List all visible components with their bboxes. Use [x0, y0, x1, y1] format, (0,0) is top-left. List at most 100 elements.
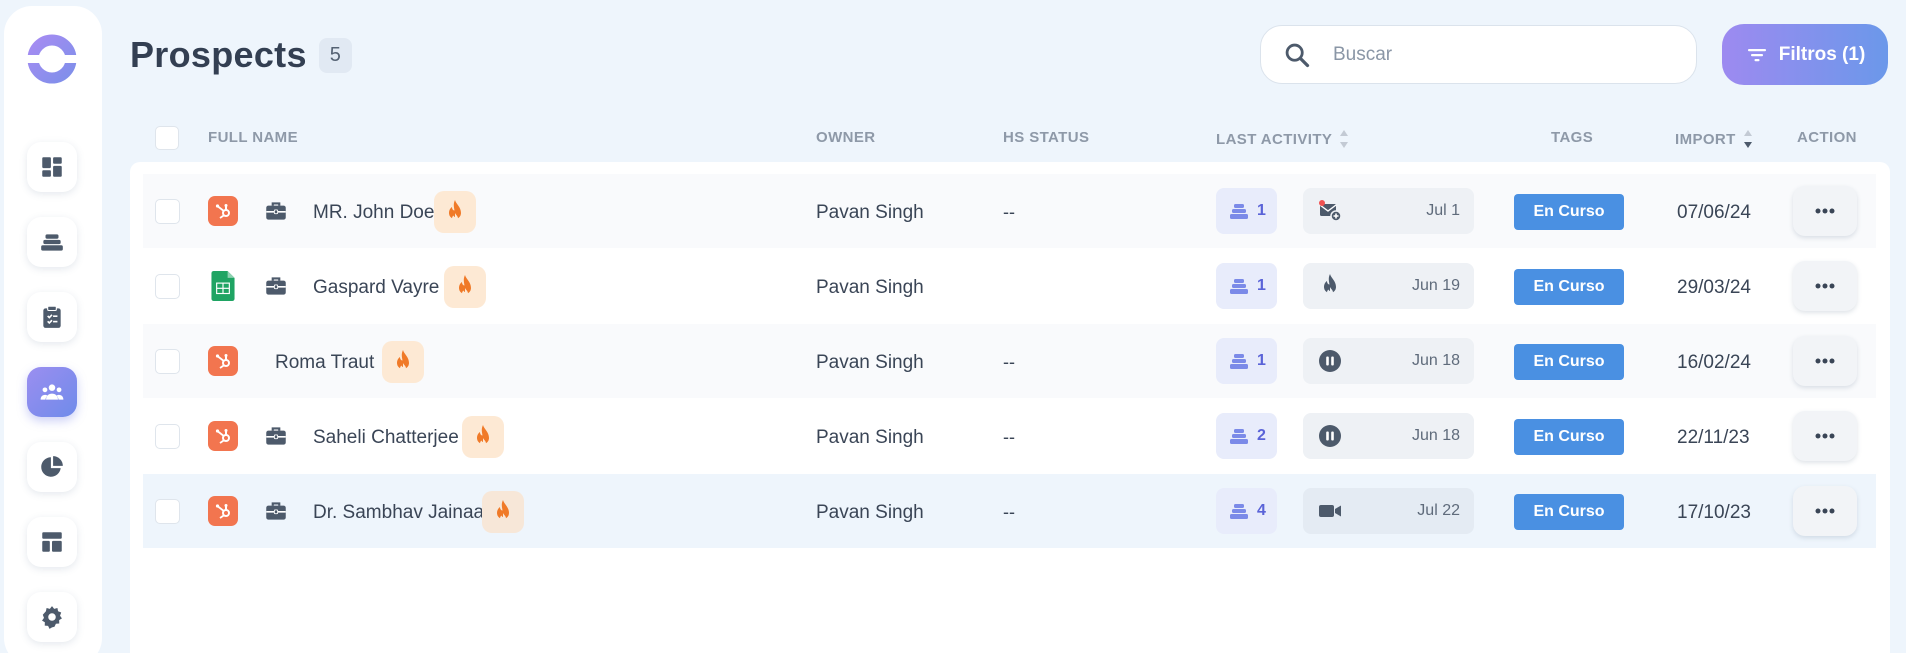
sidebar-item-reports[interactable]	[27, 442, 77, 492]
prospect-name[interactable]: Saheli Chatterjee	[313, 427, 459, 449]
tag-badge[interactable]: En Curso	[1514, 269, 1624, 305]
row-checkbox[interactable]	[155, 499, 180, 524]
sidebar-item-settings[interactable]	[27, 592, 77, 642]
count-badge: 5	[318, 37, 352, 73]
col-import[interactable]: IMPORT	[1675, 127, 1754, 151]
more-actions-button[interactable]	[1793, 186, 1857, 236]
hubspot-icon	[215, 429, 230, 444]
briefcase-icon	[266, 202, 286, 220]
last-activity-chip[interactable]: Jun 18	[1303, 413, 1474, 459]
last-activity-chip[interactable]: Jun 19	[1303, 263, 1474, 309]
fire-icon	[459, 275, 471, 297]
row-checkbox[interactable]	[155, 349, 180, 374]
hubspot-icon	[215, 204, 230, 219]
sort-desc-icon[interactable]	[1742, 127, 1754, 151]
hubspot-icon	[215, 504, 230, 519]
more-actions-button[interactable]	[1793, 261, 1857, 311]
sidebar-item-tasks[interactable]	[27, 292, 77, 342]
sidebar-item-prospects[interactable]	[27, 367, 77, 417]
briefcase-icon	[266, 427, 286, 445]
filters-button[interactable]: Filtros (1)	[1722, 24, 1888, 85]
search-input[interactable]	[1333, 43, 1663, 66]
sequence-count-badge[interactable]: 4	[1216, 488, 1277, 534]
col-last-activity[interactable]: LAST ACTIVITY	[1216, 127, 1350, 151]
page-title: Prospects	[130, 34, 307, 75]
filter-icon	[1747, 48, 1766, 61]
prospect-name[interactable]: Dr. Sambhav Jainaa	[313, 502, 484, 524]
more-dots-icon	[1815, 358, 1835, 364]
owner-name: Pavan Singh	[816, 202, 924, 223]
table-row[interactable]: Saheli Chatterjee Pavan Singh -- 2 Jun 1…	[143, 399, 1876, 473]
last-activity-chip[interactable]: Jul 22	[1303, 488, 1474, 534]
people-icon	[40, 384, 64, 400]
sidebar	[4, 6, 102, 653]
sheets-source-badge	[208, 271, 238, 301]
tag-badge[interactable]: En Curso	[1514, 194, 1624, 230]
hot-lead-badge	[482, 491, 524, 533]
gear-icon	[42, 606, 62, 629]
row-checkbox[interactable]	[155, 274, 180, 299]
sequences-icon	[1230, 204, 1249, 219]
sidebar-item-sequences[interactable]	[27, 217, 77, 267]
sidebar-item-templates[interactable]	[27, 517, 77, 567]
pause-icon	[1319, 350, 1341, 372]
pause-icon	[1319, 425, 1341, 447]
last-activity-chip[interactable]: Jul 1	[1303, 188, 1474, 234]
table-row[interactable]: Roma Traut Pavan Singh -- 1 Jun 18 En Cu…	[143, 324, 1876, 398]
hubspot-source-badge	[208, 496, 238, 526]
row-checkbox[interactable]	[155, 199, 180, 224]
more-actions-button[interactable]	[1793, 486, 1857, 536]
hot-lead-badge	[382, 341, 424, 383]
sequence-count-badge[interactable]: 1	[1216, 263, 1277, 309]
col-tags[interactable]: TAGS	[1551, 129, 1593, 146]
import-date: 17/10/23	[1677, 502, 1751, 523]
sequence-count-badge[interactable]: 2	[1216, 413, 1277, 459]
select-all-checkbox[interactable]	[155, 126, 179, 150]
sidebar-item-dashboard[interactable]	[27, 142, 77, 192]
more-actions-button[interactable]	[1793, 336, 1857, 386]
prospect-name[interactable]: Gaspard Vayre	[313, 277, 439, 299]
table-row[interactable]: Dr. Sambhav Jainaa Pavan Singh -- 4 Jul …	[143, 474, 1876, 548]
owner-name: Pavan Singh	[816, 502, 924, 523]
import-date: 22/11/23	[1677, 427, 1750, 448]
more-actions-button[interactable]	[1793, 411, 1857, 461]
owner-name: Pavan Singh	[816, 352, 924, 373]
video-icon	[1319, 505, 1341, 517]
table-row[interactable]: MR. John Doe Pavan Singh -- 1 Jul 1 En C…	[143, 174, 1876, 248]
briefcase-icon	[266, 502, 286, 520]
hs-status: --	[1003, 427, 1015, 447]
prospect-name[interactable]: Roma Traut	[275, 352, 374, 374]
sequence-count-badge[interactable]: 1	[1216, 338, 1277, 384]
fire-icon	[497, 500, 509, 522]
hs-status: --	[1003, 202, 1015, 222]
sequences-icon	[1230, 504, 1249, 519]
col-action: ACTION	[1797, 129, 1857, 146]
hot-lead-badge	[434, 191, 476, 233]
filters-label: Filtros (1)	[1778, 43, 1866, 65]
import-date: 16/02/24	[1677, 352, 1751, 373]
sort-icon[interactable]	[1338, 127, 1350, 151]
fire-icon	[477, 425, 489, 447]
hubspot-source-badge	[208, 421, 238, 451]
table-row[interactable]: Gaspard Vayre Pavan Singh 1 Jun 19 En Cu…	[143, 249, 1876, 323]
fire-icon	[397, 350, 409, 372]
prospect-name[interactable]: MR. John Doe	[313, 202, 434, 224]
hot-lead-badge	[444, 266, 486, 308]
last-activity-chip[interactable]: Jun 18	[1303, 338, 1474, 384]
import-date: 07/06/24	[1677, 202, 1751, 223]
tag-badge[interactable]: En Curso	[1514, 419, 1624, 455]
template-icon	[42, 532, 62, 552]
tag-badge[interactable]: En Curso	[1514, 344, 1624, 380]
app-logo[interactable]	[27, 34, 77, 84]
owner-name: Pavan Singh	[816, 427, 924, 448]
pie-chart-icon	[41, 456, 63, 477]
search-box[interactable]	[1260, 25, 1697, 84]
col-hs-status[interactable]: HS STATUS	[1003, 129, 1089, 146]
sequence-count-badge[interactable]: 1	[1216, 188, 1277, 234]
col-full-name[interactable]: FULL NAME	[208, 129, 298, 146]
col-owner[interactable]: OWNER	[816, 129, 876, 146]
tag-badge[interactable]: En Curso	[1514, 494, 1624, 530]
briefcase-icon	[266, 277, 286, 295]
row-checkbox[interactable]	[155, 424, 180, 449]
sequences-icon	[1230, 279, 1249, 294]
